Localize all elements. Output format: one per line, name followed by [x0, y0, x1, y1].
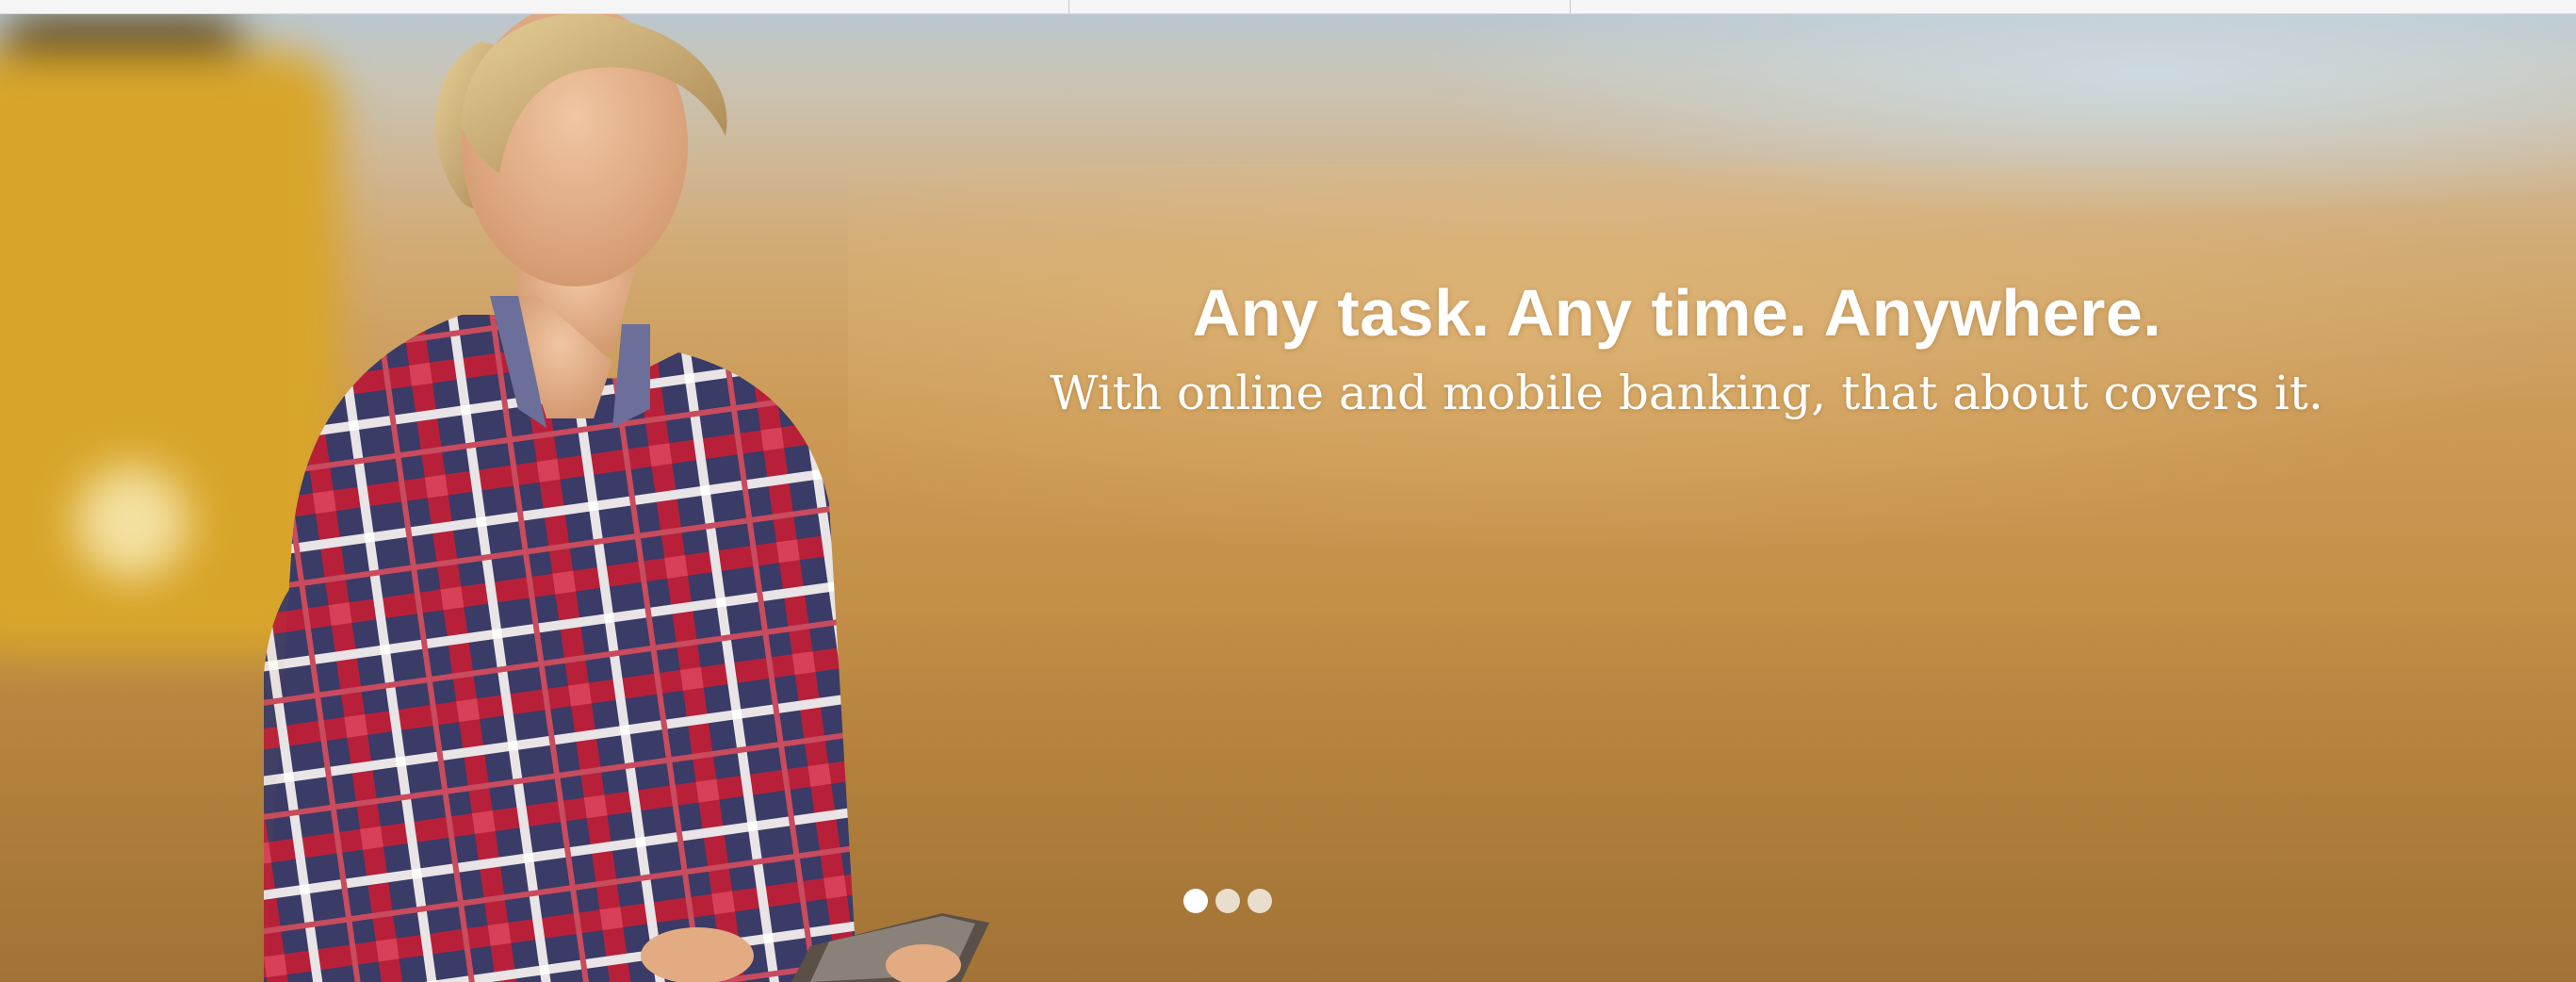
hero-photo-woman-with-tablet: [207, 13, 1055, 982]
wheat-field-background: [848, 164, 2576, 560]
nav-divider: [1068, 0, 1069, 13]
carousel-dot-2[interactable]: [1215, 889, 1240, 913]
carousel-dot-3[interactable]: [1247, 889, 1272, 913]
carousel-pagination: [1183, 889, 1272, 913]
hero-headline: Any task. Any time. Anywhere.: [1192, 276, 2162, 350]
hero-subheadline: With online and mobile banking, that abo…: [1050, 366, 2323, 420]
carousel-dot-1[interactable]: [1183, 889, 1208, 913]
hero-banner[interactable]: Any task. Any time. Anywhere. With onlin…: [0, 13, 2576, 982]
nav-divider: [1570, 0, 1571, 13]
top-navigation-strip: [0, 0, 2576, 14]
page: Any task. Any time. Anywhere. With onlin…: [0, 0, 2576, 982]
